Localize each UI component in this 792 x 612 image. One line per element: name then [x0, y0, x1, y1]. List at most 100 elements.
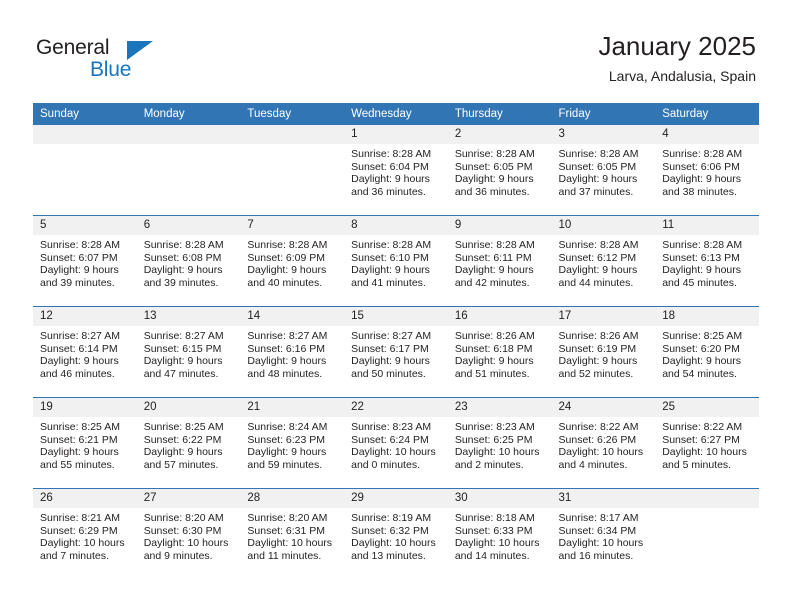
- calendar-day-cell[interactable]: 23 Sunrise: 8:23 AM Sunset: 6:25 PM Dayligh…: [447, 397, 552, 489]
- day-number: [33, 125, 137, 144]
- daylight-text-line2: and 0 minutes.: [351, 458, 420, 471]
- day-number: 24: [551, 398, 656, 417]
- calendar-day-cell[interactable]: 22 Sunrise: 8:23 AM Sunset: 6:24 PM Dayligh…: [344, 397, 448, 489]
- day-details: Sunrise: 8:25 AM Sunset: 6:21 PM Daylight:…: [33, 417, 137, 471]
- sunrise-text: Sunrise: 8:28 AM: [351, 239, 432, 251]
- calendar-table: Sunday Monday Tuesday Wednesday Thursday…: [33, 103, 759, 579]
- day-details: Sunrise: 8:20 AM Sunset: 6:31 PM Daylight:…: [240, 508, 344, 562]
- day-number: 14: [240, 307, 345, 326]
- daylight-text-line2: and 36 minutes.: [454, 185, 530, 198]
- day-number: 3: [551, 125, 656, 144]
- sunrise-text: Sunrise: 8:26 AM: [558, 330, 639, 342]
- daylight-text-line2: and 13 minutes.: [351, 549, 426, 562]
- calendar-day-cell[interactable]: 20 Sunrise: 8:25 AM Sunset: 6:22 PM Dayligh…: [136, 397, 241, 489]
- calendar-day-cell[interactable]: 17 Sunrise: 8:26 AM Sunset: 6:19 PM Dayligh…: [551, 306, 656, 398]
- calendar-day-cell[interactable]: 31 Sunrise: 8:17 AM Sunset: 6:34 PM Dayligh…: [551, 488, 656, 579]
- daylight-text-line2: and 52 minutes.: [558, 367, 634, 380]
- sunrise-text: Sunrise: 8:25 AM: [662, 330, 743, 342]
- calendar-day-cell[interactable]: 2 Sunrise: 8:28 AM Sunset: 6:05 PM Daylight…: [447, 125, 552, 216]
- daylight-text-line2: and 14 minutes.: [454, 549, 530, 562]
- daylight-text-line2: and 36 minutes.: [351, 185, 426, 198]
- calendar-day-cell[interactable]: 25 Sunrise: 8:22 AM Sunset: 6:27 PM Dayligh…: [655, 397, 759, 489]
- sunrise-text: Sunrise: 8:27 AM: [247, 330, 328, 342]
- calendar-day-cell[interactable]: 11 Sunrise: 8:28 AM Sunset: 6:13 PM Dayligh…: [655, 215, 759, 307]
- calendar-day-cell[interactable]: 28 Sunrise: 8:20 AM Sunset: 6:31 PM Dayligh…: [240, 488, 345, 579]
- sunset-text: Sunset: 6:26 PM: [558, 433, 637, 446]
- calendar-day-cell[interactable]: 30 Sunrise: 8:18 AM Sunset: 6:33 PM Dayligh…: [447, 488, 552, 579]
- day-number: 11: [655, 216, 759, 235]
- calendar-day-cell[interactable]: 14 Sunrise: 8:27 AM Sunset: 6:16 PM Dayligh…: [240, 306, 345, 398]
- daylight-text-line2: and 39 minutes.: [143, 276, 219, 289]
- weekday-header-tuesday: Tuesday: [240, 103, 345, 125]
- calendar-day-cell[interactable]: 3 Sunrise: 8:28 AM Sunset: 6:05 PM Daylight…: [551, 125, 656, 216]
- sunset-text: Sunset: 6:19 PM: [558, 342, 637, 355]
- daylight-text-line1: Daylight: 10 hours: [351, 446, 436, 459]
- day-number: 27: [136, 489, 241, 508]
- calendar-day-cell[interactable]: 6 Sunrise: 8:28 AM Sunset: 6:08 PM Daylight…: [136, 215, 241, 307]
- day-number: [655, 489, 759, 508]
- calendar-day-cell[interactable]: 27 Sunrise: 8:20 AM Sunset: 6:30 PM Dayligh…: [136, 488, 241, 579]
- day-number: 7: [240, 216, 345, 235]
- sunset-text: Sunset: 6:14 PM: [40, 342, 118, 355]
- calendar-day-cell[interactable]: 15 Sunrise: 8:27 AM Sunset: 6:17 PM Dayligh…: [344, 306, 448, 398]
- daylight-text-line1: Daylight: 9 hours: [454, 264, 534, 277]
- day-number: 31: [551, 489, 656, 508]
- sunset-text: Sunset: 6:22 PM: [143, 433, 222, 446]
- daylight-text-line2: and 2 minutes.: [454, 458, 524, 471]
- sunrise-text: Sunrise: 8:27 AM: [351, 330, 432, 342]
- weekday-header-saturday: Saturday: [655, 103, 759, 125]
- sunrise-text: Sunrise: 8:22 AM: [662, 421, 743, 433]
- day-number: 1: [344, 125, 448, 144]
- daylight-text-line1: Daylight: 9 hours: [40, 446, 119, 459]
- sunrise-text: Sunrise: 8:23 AM: [351, 421, 432, 433]
- daylight-text-line2: and 50 minutes.: [351, 367, 426, 380]
- calendar-day-cell[interactable]: 4 Sunrise: 8:28 AM Sunset: 6:06 PM Daylight…: [655, 125, 759, 216]
- calendar-day-cell-empty: [136, 125, 241, 216]
- sunset-text: Sunset: 6:23 PM: [247, 433, 326, 446]
- daylight-text-line1: Daylight: 9 hours: [351, 264, 430, 277]
- daylight-text-line1: Daylight: 10 hours: [454, 446, 540, 459]
- day-number: 12: [33, 307, 137, 326]
- calendar-day-cell[interactable]: 19 Sunrise: 8:25 AM Sunset: 6:21 PM Dayligh…: [33, 397, 137, 489]
- calendar-day-cell[interactable]: 26 Sunrise: 8:21 AM Sunset: 6:29 PM Dayligh…: [33, 488, 137, 579]
- page-header: General Blue January 2025 Larva, Andalus…: [0, 0, 792, 103]
- day-details: Sunrise: 8:28 AM Sunset: 6:13 PM Daylight:…: [655, 235, 759, 289]
- calendar-day-cell[interactable]: 12 Sunrise: 8:27 AM Sunset: 6:14 PM Dayligh…: [33, 306, 137, 398]
- daylight-text-line2: and 57 minutes.: [143, 458, 219, 471]
- daylight-text-line1: Daylight: 10 hours: [40, 537, 125, 550]
- calendar-day-cell[interactable]: 7 Sunrise: 8:28 AM Sunset: 6:09 PM Daylight…: [240, 215, 345, 307]
- daylight-text-line2: and 41 minutes.: [351, 276, 426, 289]
- day-details: Sunrise: 8:27 AM Sunset: 6:14 PM Daylight:…: [33, 326, 137, 380]
- daylight-text-line2: and 4 minutes.: [558, 458, 628, 471]
- sunrise-text: Sunrise: 8:23 AM: [454, 421, 535, 433]
- day-details: [240, 144, 344, 148]
- sunset-text: Sunset: 6:34 PM: [558, 524, 637, 537]
- daylight-text-line1: Daylight: 10 hours: [558, 446, 644, 459]
- calendar-day-cell[interactable]: 8 Sunrise: 8:28 AM Sunset: 6:10 PM Daylight…: [344, 215, 448, 307]
- page-subtitle: Larva, Andalusia, Spain: [608, 68, 756, 84]
- day-details: Sunrise: 8:28 AM Sunset: 6:05 PM Daylight:…: [448, 144, 552, 198]
- day-details: Sunrise: 8:28 AM Sunset: 6:11 PM Daylight:…: [448, 235, 552, 289]
- sunrise-text: Sunrise: 8:28 AM: [662, 148, 743, 160]
- calendar-day-cell[interactable]: 5 Sunrise: 8:28 AM Sunset: 6:07 PM Daylight…: [33, 215, 137, 307]
- daylight-text-line1: Daylight: 10 hours: [662, 446, 747, 459]
- calendar-day-cell[interactable]: 24 Sunrise: 8:22 AM Sunset: 6:26 PM Dayligh…: [551, 397, 656, 489]
- daylight-text-line1: Daylight: 9 hours: [662, 264, 742, 277]
- calendar-week-row: 1 Sunrise: 8:28 AM Sunset: 6:04 PM Daylight…: [33, 125, 759, 216]
- calendar-day-cell[interactable]: 29 Sunrise: 8:19 AM Sunset: 6:32 PM Dayligh…: [344, 488, 448, 579]
- calendar-day-cell[interactable]: 13 Sunrise: 8:27 AM Sunset: 6:15 PM Dayligh…: [136, 306, 241, 398]
- daylight-text-line1: Daylight: 9 hours: [351, 355, 430, 368]
- calendar-day-cell[interactable]: 16 Sunrise: 8:26 AM Sunset: 6:18 PM Dayligh…: [447, 306, 552, 398]
- calendar-day-cell[interactable]: 1 Sunrise: 8:28 AM Sunset: 6:04 PM Daylight…: [344, 125, 448, 216]
- calendar-day-cell[interactable]: 9 Sunrise: 8:28 AM Sunset: 6:11 PM Daylight…: [447, 215, 552, 307]
- calendar-day-cell[interactable]: 18 Sunrise: 8:25 AM Sunset: 6:20 PM Dayligh…: [655, 306, 759, 398]
- sunset-text: Sunset: 6:06 PM: [662, 160, 740, 173]
- daylight-text-line2: and 48 minutes.: [247, 367, 323, 380]
- calendar-day-cell[interactable]: 10 Sunrise: 8:28 AM Sunset: 6:12 PM Dayligh…: [551, 215, 656, 307]
- calendar-day-cell[interactable]: 21 Sunrise: 8:24 AM Sunset: 6:23 PM Dayligh…: [240, 397, 345, 489]
- daylight-text-line2: and 37 minutes.: [558, 185, 634, 198]
- day-details: Sunrise: 8:23 AM Sunset: 6:25 PM Daylight:…: [448, 417, 552, 471]
- sunset-text: Sunset: 6:18 PM: [454, 342, 533, 355]
- daylight-text-line2: and 5 minutes.: [662, 458, 732, 471]
- daylight-text-line2: and 38 minutes.: [662, 185, 737, 198]
